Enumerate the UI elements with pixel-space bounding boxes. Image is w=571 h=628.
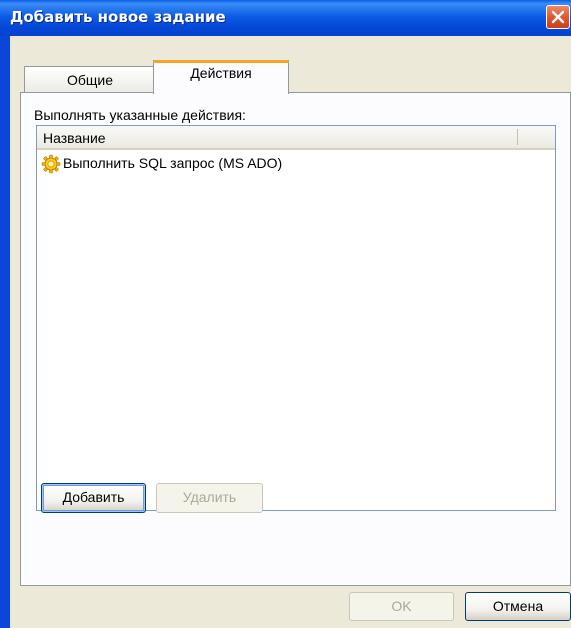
list-header: Название [37,126,555,150]
column-header-name[interactable]: Название [43,130,106,146]
tab-general[interactable]: Общие [24,66,156,92]
close-icon [551,10,565,24]
window-title: Добавить новое задание [10,8,226,26]
tab-actions[interactable]: Действия [153,60,289,94]
column-separator[interactable] [517,129,518,145]
dialog-window: Добавить новое задание Общие Действия Вы… [0,0,571,628]
actions-list[interactable]: Название Выполнить SQL запрос (MS ADO) [36,125,556,511]
list-item-label: Выполнить SQL запрос (MS ADO) [63,155,283,171]
actions-label: Выполнять указанные действия: [34,107,246,123]
cancel-button[interactable]: Отмена [465,592,571,621]
title-bar[interactable]: Добавить новое задание [0,0,571,36]
ok-button[interactable]: OK [349,592,454,621]
delete-button[interactable]: Удалить [156,483,263,513]
gear-icon [41,154,61,174]
close-button[interactable] [546,5,570,29]
add-button[interactable]: Добавить [41,483,146,513]
list-item[interactable]: Выполнить SQL запрос (MS ADO) [41,154,541,174]
dialog-client-area: Общие Действия Выполнять указанные дейст… [10,36,571,628]
